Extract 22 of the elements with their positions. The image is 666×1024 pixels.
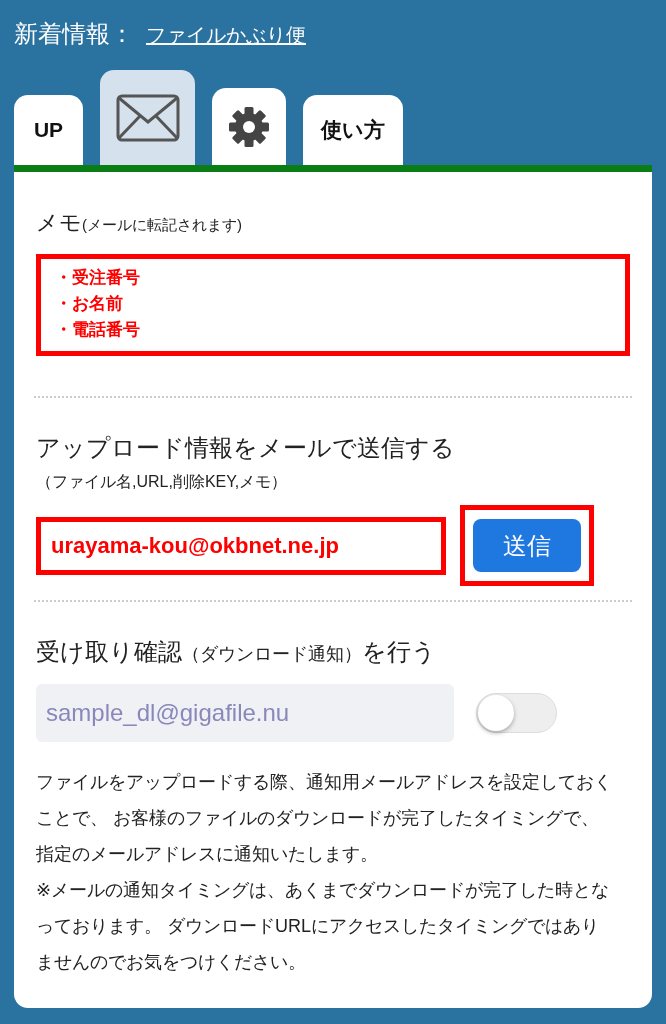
send-title: アップロード情報をメールで送信する — [36, 433, 456, 463]
memo-title: メモ(メールに転記されます) — [36, 209, 243, 237]
memo-line: ・受注番号 — [55, 267, 141, 289]
email-input[interactable]: sample_dl@gigafile.nu — [36, 684, 454, 742]
settings-icon — [228, 105, 270, 148]
memo-box[interactable]: ・受注番号 ・お名前 ・電話番号 — [36, 254, 630, 356]
receipt-title: 受け取り確認（ダウンロード通知）を行う — [36, 637, 437, 667]
news-label: 新着情報： — [14, 19, 134, 49]
tab[interactable]: 使い方 — [303, 95, 403, 165]
news-link[interactable]: ファイルかぶり便 — [146, 22, 306, 49]
description-text: ファイルをアップロードする際、通知用メールアドレスを設定しておくことで、 お客様のファイルのダウンロードが完了したタイミングで、指定のメールアドレスに通知いたします。 — [36, 771, 612, 866]
description-text: ※メールの通知タイミングは、あくまでダウンロードが完了した時となっております。 ダウンロードURLにアクセスしたタイミングではありませんのでお気をつけください。 — [36, 879, 611, 974]
send-subtitle: （ファイル名,URL,削除KEY,メモ） — [36, 472, 289, 492]
send-button[interactable]: 送信 — [473, 519, 581, 572]
email-field[interactable]: urayama-kou@okbnet.ne.jp — [36, 516, 446, 575]
envelope-icon — [115, 93, 180, 142]
memo-line: ・お名前 — [55, 293, 124, 315]
tab[interactable] — [100, 70, 195, 165]
toggle-switch[interactable] — [476, 693, 557, 733]
tab[interactable]: UP — [14, 95, 83, 165]
tab[interactable] — [212, 88, 286, 165]
memo-line: ・電話番号 — [55, 319, 141, 341]
